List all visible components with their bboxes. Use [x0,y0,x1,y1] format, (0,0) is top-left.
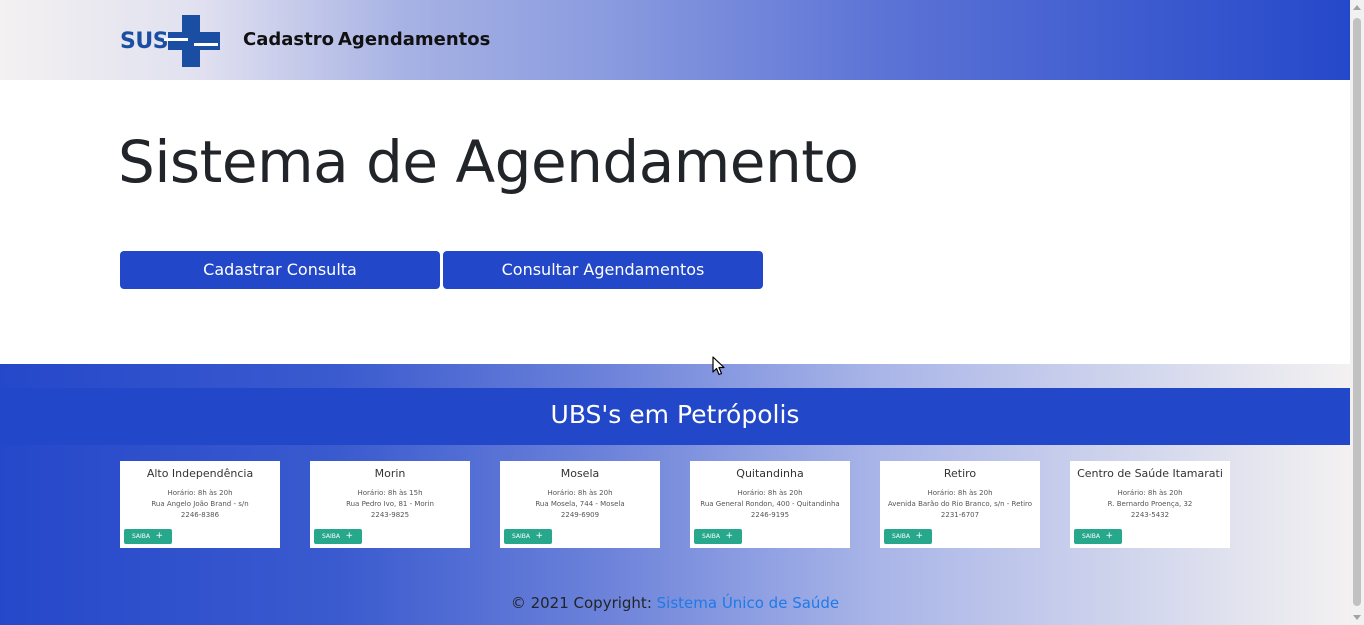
scroll-down-arrow-icon[interactable] [1353,615,1361,620]
saiba-label: SAIBA [512,533,531,540]
card-phone: 2246-8386 [180,511,220,519]
card-hours: Horário: 8h às 20h [547,489,613,497]
footer-title-band: UBS's em Petrópolis [0,388,1350,445]
card-phone: 2243-9825 [370,511,410,519]
saiba-button[interactable]: SAIBA + [1074,529,1122,544]
saiba-label: SAIBA [892,533,911,540]
sus-logo[interactable]: SUS [120,15,220,67]
card-address: Rua General Rondon, 400 - Quitandinha [700,500,840,508]
card-title: Centro de Saúde Itamarati [1077,467,1223,480]
card-title: Quitandinha [736,467,804,480]
mouse-cursor-icon [712,356,725,376]
saiba-button[interactable]: SAIBA + [314,529,362,544]
card-phone: 2249-6909 [560,511,600,519]
logo-text: SUS [120,29,169,54]
sus-cross-icon [164,15,220,67]
plus-icon: + [535,531,543,541]
copyright-link[interactable]: Sistema Único de Saúde [657,594,840,612]
footer: UBS's em Petrópolis Alto Independência H… [0,364,1350,625]
plus-icon: + [345,531,353,541]
scroll-thumb[interactable] [1353,18,1361,606]
saiba-label: SAIBA [322,533,341,540]
card-title: Morin [374,467,406,480]
page: SUS Cadastro Agendamentos Sistema de Age… [0,0,1350,625]
card-phone: 2243-5432 [1130,511,1170,519]
saiba-button[interactable]: SAIBA + [694,529,742,544]
card-hours: Horário: 8h às 20h [927,489,993,497]
plus-icon: + [915,531,923,541]
nav-link-agendamentos[interactable]: Agendamentos [338,29,490,50]
ubs-card: Alto Independência Horário: 8h às 20h Ru… [120,461,280,548]
nav-link-cadastro[interactable]: Cadastro [243,29,334,50]
card-phone: 2231-6707 [940,511,980,519]
saiba-label: SAIBA [132,533,151,540]
saiba-button[interactable]: SAIBA + [504,529,552,544]
vertical-scrollbar[interactable] [1350,0,1364,625]
plus-icon: + [155,531,163,541]
card-address: Rua Pedro Ivo, 81 - Morin [346,500,434,508]
consultar-agendamentos-button[interactable]: Consultar Agendamentos [443,251,763,289]
copyright-text: © 2021 Copyright: [510,594,657,612]
card-title: Retiro [943,467,977,480]
plus-icon: + [1105,531,1113,541]
cadastrar-consulta-button[interactable]: Cadastrar Consulta [120,251,440,289]
card-phone: 2246-9195 [750,511,790,519]
scroll-up-arrow-icon[interactable] [1353,5,1361,10]
ubs-card: Morin Horário: 8h às 15h Rua Pedro Ivo, … [310,461,470,548]
card-address: Rua Mosela, 744 - Mosela [535,500,625,508]
plus-icon: + [725,531,733,541]
card-address: R. Bernardo Proença, 32 [1107,500,1193,508]
card-hours: Horário: 8h às 15h [357,489,423,497]
card-title: Alto Independência [146,467,254,480]
card-title: Mosela [560,467,600,480]
ubs-card: Centro de Saúde Itamarati Horário: 8h às… [1070,461,1230,548]
card-hours: Horário: 8h às 20h [737,489,803,497]
copyright: © 2021 Copyright: Sistema Único de Saúde [0,594,1350,612]
saiba-label: SAIBA [702,533,721,540]
ubs-card: Retiro Horário: 8h às 20h Avenida Barão … [880,461,1040,548]
card-hours: Horário: 8h às 20h [167,489,233,497]
ubs-card: Quitandinha Horário: 8h às 20h Rua Gener… [690,461,850,548]
page-title: Sistema de Agendamento [118,128,859,196]
saiba-button[interactable]: SAIBA + [884,529,932,544]
card-address: Avenida Barão do Rio Branco, s/n - Retir… [887,500,1033,508]
ubs-card: Mosela Horário: 8h às 20h Rua Mosela, 74… [500,461,660,548]
card-address: Rua Angelo João Brand - s/n [151,500,249,508]
saiba-label: SAIBA [1082,533,1101,540]
card-hours: Horário: 8h às 20h [1117,489,1183,497]
navbar: SUS Cadastro Agendamentos [0,0,1350,80]
saiba-button[interactable]: SAIBA + [124,529,172,544]
footer-title: UBS's em Petrópolis [550,400,800,429]
